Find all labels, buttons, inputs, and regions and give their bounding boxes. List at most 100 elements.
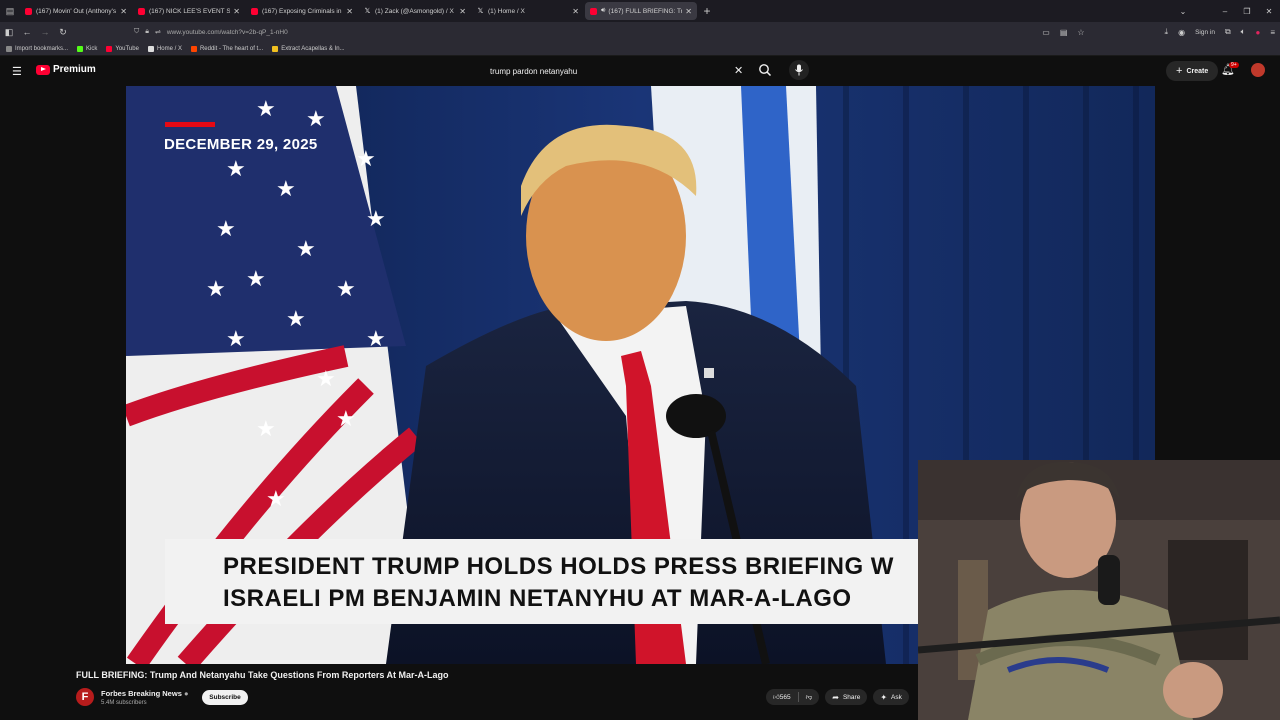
svg-text:★: ★ [336, 277, 356, 302]
bookmark-star-icon[interactable]: ☆ [1077, 28, 1084, 37]
browser-tab[interactable]: (167) Exposing Criminals in Be ✕ [246, 2, 358, 20]
tab-title: (1) Zack (@Asmongold) / X [375, 7, 454, 15]
youtube-icon [251, 7, 258, 15]
news-lower-third: PRESIDENT TRUMP HOLDS HOLDS PRESS BRIEFI… [165, 539, 925, 624]
browser-tab[interactable]: 𝕏 (1) Home / X ✕ [472, 2, 584, 20]
tab-title: (167) FULL BRIEFING: Trum [608, 7, 683, 15]
extensions-icon[interactable]: ⧉ [1225, 27, 1231, 37]
svg-text:★: ★ [306, 107, 326, 132]
ask-label: Ask [891, 693, 902, 701]
account-avatar[interactable] [1251, 63, 1265, 77]
clear-search-icon[interactable]: ✕ [734, 64, 743, 77]
reload-button[interactable]: ↻ [54, 27, 72, 38]
tab-title: (167) NICK LEE'S EVENT SOON [149, 7, 231, 15]
thumbs-down-icon: 👎︎ [805, 694, 813, 701]
browser-tab[interactable]: (167) Movin' Out (Anthony's So ✕ [20, 2, 132, 20]
tab-list-icon[interactable]: ▤ [0, 0, 20, 22]
tab-close-icon[interactable]: ✕ [346, 7, 353, 16]
tab-title: (167) Movin' Out (Anthony's So [36, 7, 118, 15]
youtube-icon [25, 7, 32, 15]
bookmark-item[interactable]: Home / X [147, 45, 182, 52]
youtube-logo[interactable]: Premium [36, 64, 96, 75]
share-icon: ➦ [832, 692, 839, 702]
svg-text:★: ★ [256, 97, 276, 122]
shield-icon[interactable]: ⛉ [134, 28, 139, 36]
video-title: FULL BRIEFING: Trump And Netanyahu Take … [76, 670, 449, 680]
tab-title: (1) Home / X [488, 7, 525, 15]
like-dislike-group: 👍︎ 565 👎︎ [766, 689, 820, 705]
svg-text:★: ★ [296, 237, 316, 262]
tab-audio-icon[interactable]: 🔊︎ [601, 7, 605, 15]
svg-text:★: ★ [226, 157, 246, 182]
bookmark-favicon-icon [6, 45, 12, 52]
lock-icon[interactable]: 🔒︎ [145, 28, 149, 36]
bookmark-label: YouTube [115, 45, 139, 52]
reader-icon[interactable]: ▤ [1060, 28, 1068, 37]
bookmark-label: Import bookmarks... [15, 45, 69, 52]
bookmark-item[interactable]: Kick [77, 45, 98, 52]
search-icon[interactable] [757, 62, 773, 78]
profile-extension-icon[interactable]: ● [1255, 28, 1260, 37]
svg-text:★: ★ [216, 217, 236, 242]
svg-text:★: ★ [356, 147, 376, 172]
youtube-icon [138, 7, 145, 15]
tab-close-icon[interactable]: ✕ [685, 7, 692, 16]
forward-button[interactable]: → [36, 27, 54, 37]
account-icon[interactable]: ◉ [1178, 28, 1185, 37]
browser-tab[interactable]: 🔊︎(167) FULL BRIEFING: Trum✕ [585, 2, 697, 20]
close-window-button[interactable]: ✕ [1258, 7, 1280, 16]
bookmark-favicon-icon [272, 45, 279, 52]
like-button[interactable]: 👍︎ 565 [766, 693, 798, 702]
address-bar[interactable]: ⛉ 🔒︎ ⇌ www.youtube.com/watch?v=2b-qP_1-n… [134, 25, 1084, 39]
restore-button[interactable]: ❐ [1236, 7, 1258, 16]
ask-button[interactable]: ✦ Ask [873, 689, 909, 705]
subscribe-button[interactable]: Subscribe [202, 690, 248, 705]
app-menu-icon[interactable]: ≡ [1270, 28, 1275, 37]
share-button[interactable]: ➦ Share [825, 689, 868, 705]
like-count: 565 [779, 693, 791, 701]
bookmark-item[interactable]: Import bookmarks... [6, 45, 69, 52]
downloads-icon[interactable]: ⤓ [1165, 27, 1169, 37]
sidebar-toggle-icon[interactable]: ◧ [0, 27, 18, 38]
tab-title: (167) Exposing Criminals in Be [262, 7, 344, 15]
thumbs-up-icon: 👍︎ [773, 694, 780, 701]
channel-avatar[interactable]: F [76, 688, 94, 706]
pip-icon[interactable]: ▭ [1042, 28, 1050, 37]
browser-tab[interactable]: (167) NICK LEE'S EVENT SOON✕ [133, 2, 245, 20]
mute-icon[interactable]: 🔈︎ [1241, 27, 1246, 37]
permissions-icon[interactable]: ⇌ [155, 28, 161, 36]
svg-text:★: ★ [206, 277, 226, 302]
youtube-masthead: ☰ Premium trump pardon netanyahu ✕ + Cre… [0, 56, 1280, 86]
dislike-button[interactable]: 👎︎ [799, 693, 820, 701]
sign-in-button[interactable]: Sign in [1195, 29, 1215, 36]
youtube-icon [590, 7, 597, 15]
bookmark-label: Home / X [156, 45, 182, 52]
bookmark-item[interactable]: YouTube [106, 45, 139, 52]
tab-close-icon[interactable]: ✕ [233, 7, 240, 16]
x-icon: 𝕏 [364, 7, 371, 15]
browser-tab[interactable]: 𝕏 (1) Zack (@Asmongold) / X ✕ [359, 2, 471, 20]
new-tab-button[interactable]: + [698, 4, 716, 18]
youtube-premium-wordmark: Premium [53, 64, 96, 75]
back-button[interactable]: ← [18, 27, 36, 37]
search-input[interactable]: trump pardon netanyahu [481, 61, 753, 81]
tab-list: (167) Movin' Out (Anthony's So ✕ (167) NIC… [20, 2, 698, 20]
svg-text:★: ★ [266, 487, 286, 512]
browser-toolbar: ◧ ← → ↻ ⛉ 🔒︎ ⇌ www.youtube.com/watch?v=2… [0, 22, 1280, 42]
bookmark-item[interactable]: Reddit - The heart of t... [190, 45, 263, 52]
tab-overflow-icon[interactable]: ⌄ [1172, 7, 1194, 16]
tab-close-icon[interactable]: ✕ [120, 7, 127, 16]
minimize-button[interactable]: – [1214, 7, 1236, 16]
tab-close-icon[interactable]: ✕ [459, 7, 466, 16]
share-label: Share [842, 693, 861, 701]
create-label: Create [1186, 67, 1209, 75]
bookmark-item[interactable]: Extract Acapellas & In... [272, 45, 345, 52]
channel-name[interactable]: Forbes Breaking News ● [101, 689, 188, 698]
bookmark-label: Kick [86, 45, 98, 52]
window-controls: ⌄ – ❐ ✕ [1172, 0, 1280, 22]
voice-search-icon[interactable] [789, 60, 809, 80]
tab-close-icon[interactable]: ✕ [572, 7, 579, 16]
hamburger-menu-icon[interactable]: ☰ [12, 65, 22, 78]
create-button[interactable]: + Create [1166, 61, 1219, 81]
date-accent-bar [165, 122, 215, 127]
